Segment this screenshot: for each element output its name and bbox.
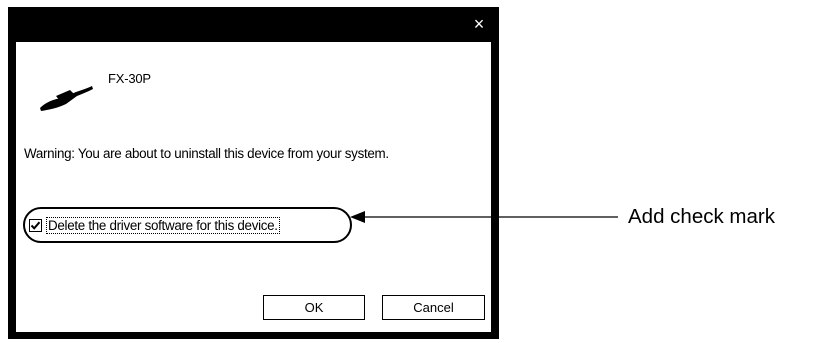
dialog-content: FX-30P Warning: You are about to uninsta… (16, 42, 491, 332)
checkmark-icon (30, 221, 41, 230)
close-button[interactable]: × (459, 7, 499, 42)
delete-driver-checkbox[interactable] (29, 218, 42, 232)
uninstall-device-dialog: × FX-30P Warning: You are about to unins… (8, 7, 499, 339)
device-name: FX-30P (108, 71, 151, 86)
callout-label: Add check mark (628, 205, 775, 228)
ok-button[interactable]: OK (263, 295, 365, 320)
title-bar: × (8, 7, 499, 42)
cancel-button[interactable]: Cancel (382, 295, 485, 320)
warning-text: Warning: You are about to uninstall this… (24, 146, 389, 161)
delete-driver-checkbox-label[interactable]: Delete the driver software for this devi… (46, 216, 280, 234)
close-icon: × (473, 14, 485, 34)
delete-driver-checkbox-row[interactable]: Delete the driver software for this devi… (29, 215, 280, 235)
device-plug-icon (40, 86, 93, 111)
